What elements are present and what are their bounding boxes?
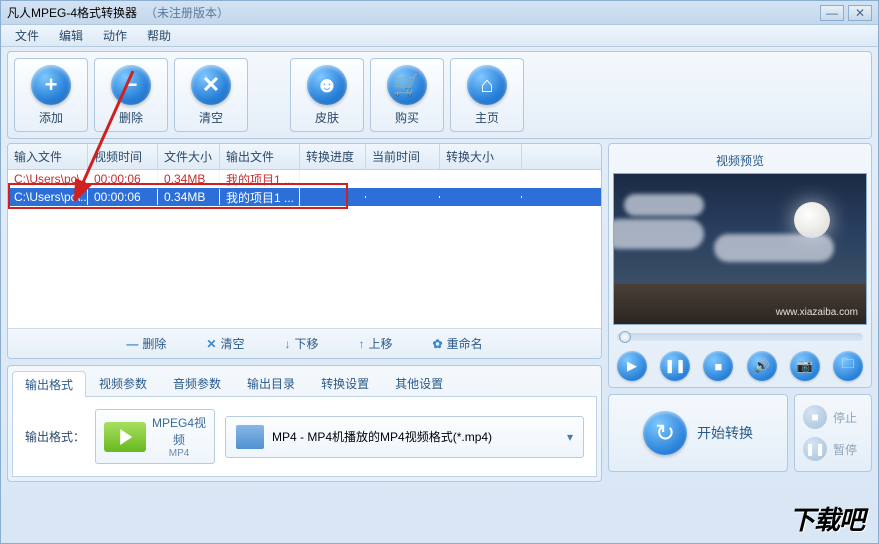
tab-other-setting[interactable]: 其他设置	[382, 370, 456, 396]
app-title: 凡人MPEG-4格式转换器	[7, 4, 137, 21]
table-body: C:\Users\pc\... 00:00:06 0.34MB 我的项目1 ..…	[8, 170, 601, 328]
codec-box[interactable]: MPEG4视 频 MP4	[95, 409, 215, 464]
chevron-down-icon: ▾	[567, 430, 573, 444]
clear-button[interactable]: ✕ 清空	[174, 58, 248, 132]
x-icon: ✕	[206, 337, 216, 351]
stop-icon: ■	[803, 405, 827, 429]
minus-icon: —	[126, 337, 138, 351]
format-desc: MP4 - MP4机播放的MP4视频格式(*.mp4)	[272, 428, 492, 445]
volume-button[interactable]: 🔊	[747, 351, 777, 381]
seek-knob[interactable]	[619, 331, 631, 343]
cloud-graphic	[613, 219, 704, 249]
player-controls: ▶ ❚❚ ■ 🔊 📷 🗀	[613, 345, 867, 383]
tab-output-dir[interactable]: 输出目录	[234, 370, 308, 396]
preview-image: www.xiazaiba.com	[613, 173, 867, 325]
table-row[interactable]: C:\Users\pc\... 00:00:06 0.34MB 我的项目1 ..…	[8, 188, 601, 206]
cart-icon: 🛒	[387, 65, 427, 105]
titlebar: 凡人MPEG-4格式转换器 （未注册版本） — ✕	[1, 1, 878, 25]
arrow-down-icon: ↓	[284, 337, 290, 351]
file-list: 输入文件 视频时间 文件大小 输出文件 转换进度 当前时间 转换大小 C:\Us…	[7, 143, 602, 359]
version-label: （未注册版本）	[145, 4, 229, 21]
tab-format[interactable]: 输出格式	[12, 371, 86, 397]
preview-title: 视频预览	[613, 148, 867, 173]
settings-panel: 输出格式 视频参数 音频参数 输出目录 转换设置 其他设置 输出格式： MPEG…	[7, 365, 602, 482]
list-delete[interactable]: —删除	[126, 335, 166, 352]
minimize-button[interactable]: —	[820, 5, 844, 21]
toolbar: + 添加 − 删除 ✕ 清空 ☻ 皮肤 🛒 购买 ⌂ 主页	[7, 51, 872, 139]
pause-icon: ❚❚	[803, 437, 827, 461]
floor-graphic	[614, 284, 866, 324]
app-window: 凡人MPEG-4格式转换器 （未注册版本） — ✕ 文件 编辑 动作 帮助 + …	[0, 0, 879, 544]
cloud-graphic	[714, 234, 834, 262]
xiazaiba-logo: 下载吧	[789, 500, 864, 537]
col-convsize[interactable]: 转换大小	[440, 144, 522, 169]
output-format-label: 输出格式：	[25, 428, 85, 445]
doc-icon	[236, 425, 264, 449]
pause-convert-button[interactable]: ❚❚ 暂停	[803, 437, 863, 461]
preview-panel: 视频预览 www.xiazaiba.com ▶ ❚❚ ■ 🔊	[608, 143, 872, 388]
mp4-icon	[104, 422, 146, 452]
watermark: www.xiazaiba.com	[776, 307, 858, 318]
list-up[interactable]: ↑上移	[359, 335, 393, 352]
x-icon: ✕	[191, 65, 231, 105]
tab-conv-setting[interactable]: 转换设置	[308, 370, 382, 396]
start-convert-button[interactable]: ↻ 开始转换	[608, 394, 788, 472]
moon-graphic	[794, 202, 830, 238]
tab-bar: 输出格式 视频参数 音频参数 输出目录 转换设置 其他设置	[12, 370, 597, 397]
table-row[interactable]: C:\Users\pc\... 00:00:06 0.34MB 我的项目1 ..…	[8, 170, 601, 188]
table-header: 输入文件 视频时间 文件大小 输出文件 转换进度 当前时间 转换大小	[8, 144, 601, 170]
side-controls: ■ 停止 ❚❚ 暂停	[794, 394, 872, 472]
delete-button[interactable]: − 删除	[94, 58, 168, 132]
col-fsize[interactable]: 文件大小	[158, 144, 220, 169]
cloud-graphic	[624, 194, 704, 216]
refresh-icon: ↻	[643, 411, 687, 455]
stop-convert-button[interactable]: ■ 停止	[803, 405, 863, 429]
menubar: 文件 编辑 动作 帮助	[1, 25, 878, 47]
plus-icon: +	[31, 65, 71, 105]
folder-button[interactable]: 🗀	[833, 351, 863, 381]
skin-button[interactable]: ☻ 皮肤	[290, 58, 364, 132]
close-button[interactable]: ✕	[848, 5, 872, 21]
list-rename[interactable]: ✿重命名	[433, 335, 483, 352]
tab-audio-param[interactable]: 音频参数	[160, 370, 234, 396]
seekbar[interactable]	[617, 333, 863, 341]
list-clear[interactable]: ✕清空	[206, 335, 244, 352]
home-button[interactable]: ⌂ 主页	[450, 58, 524, 132]
menu-edit[interactable]: 编辑	[49, 25, 93, 46]
buy-button[interactable]: 🛒 购买	[370, 58, 444, 132]
col-vtime[interactable]: 视频时间	[88, 144, 158, 169]
pause-button[interactable]: ❚❚	[660, 351, 690, 381]
list-down[interactable]: ↓下移	[284, 335, 318, 352]
stop-button[interactable]: ■	[703, 351, 733, 381]
snapshot-button[interactable]: 📷	[790, 351, 820, 381]
list-actions: —删除 ✕清空 ↓下移 ↑上移 ✿重命名	[8, 328, 601, 358]
play-button[interactable]: ▶	[617, 351, 647, 381]
col-progress[interactable]: 转换进度	[300, 144, 366, 169]
format-select[interactable]: MP4 - MP4机播放的MP4视频格式(*.mp4) ▾	[225, 416, 584, 458]
minus-icon: −	[111, 65, 151, 105]
tab-content: 输出格式： MPEG4视 频 MP4 MP4 - MP4机播放的MP4视频格式(…	[12, 397, 597, 477]
menu-file[interactable]: 文件	[5, 25, 49, 46]
menu-action[interactable]: 动作	[93, 25, 137, 46]
col-input[interactable]: 输入文件	[8, 144, 88, 169]
col-output[interactable]: 输出文件	[220, 144, 300, 169]
gear-icon: ✿	[433, 337, 443, 351]
col-curtime[interactable]: 当前时间	[366, 144, 440, 169]
smile-icon: ☻	[307, 65, 347, 105]
menu-help[interactable]: 帮助	[137, 25, 181, 46]
add-button[interactable]: + 添加	[14, 58, 88, 132]
arrow-up-icon: ↑	[359, 337, 365, 351]
tab-video-param[interactable]: 视频参数	[86, 370, 160, 396]
home-icon: ⌂	[467, 65, 507, 105]
